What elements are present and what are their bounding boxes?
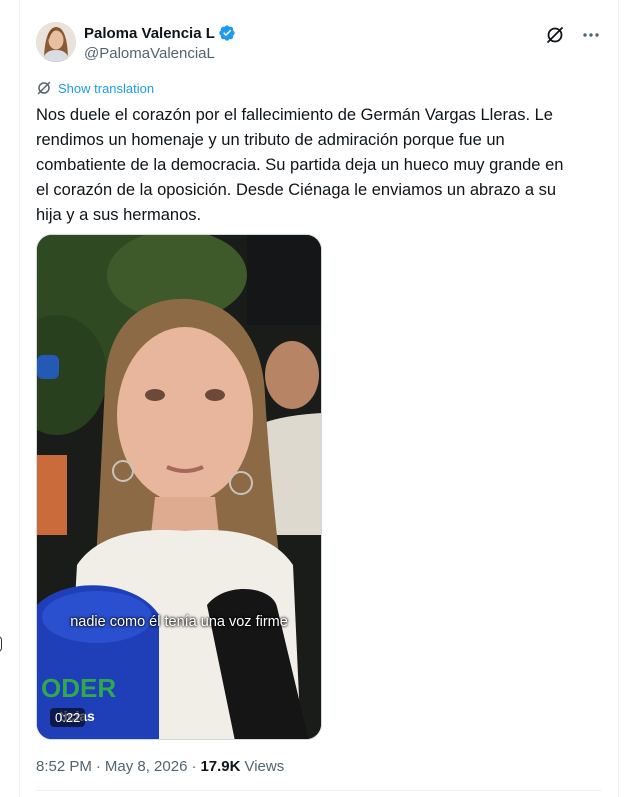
video-subtitle: nadie como él tenía una voz firme [70,614,288,630]
post-time[interactable]: 8:52 PM [36,758,92,775]
frame-left-border [19,0,20,797]
more-icon[interactable] [580,24,602,46]
show-translation-label[interactable]: Show translation [58,81,154,96]
avatar[interactable] [36,22,76,62]
video-frame: ODER ticias [37,235,321,739]
tweet-header: Paloma Valencia L @PalomaValenciaL [36,20,602,68]
author-block: Paloma Valencia L @PalomaValenciaL [84,24,236,62]
video-duration-badge: 0:22 [50,708,86,727]
divider [36,790,602,791]
grok-icon[interactable] [544,24,566,46]
mic-logo-text: ODER [41,673,116,703]
meta-separator-2: · [191,758,197,775]
frame-right-border [618,0,619,797]
translate-icon [36,80,52,96]
meta-separator: · [95,758,101,775]
display-name[interactable]: Paloma Valencia L [84,25,215,42]
show-translation-link[interactable]: Show translation [36,80,154,96]
header-actions [544,24,602,46]
tweet-text: Nos duele el corazón por el fallecimient… [36,106,564,224]
video-player[interactable]: ODER ticias nadie como él tenía una voz … [36,234,322,740]
views-label: Views [244,758,285,775]
edge-fragment [0,636,2,652]
post-date[interactable]: May 8, 2026 [105,758,188,775]
verified-badge-icon [218,24,236,42]
tweet-meta: 8:52 PM · May 8, 2026 · 17.9K Views [36,758,284,775]
author-handle[interactable]: @PalomaValenciaL [84,45,236,62]
views-count: 17.9K [200,758,241,775]
